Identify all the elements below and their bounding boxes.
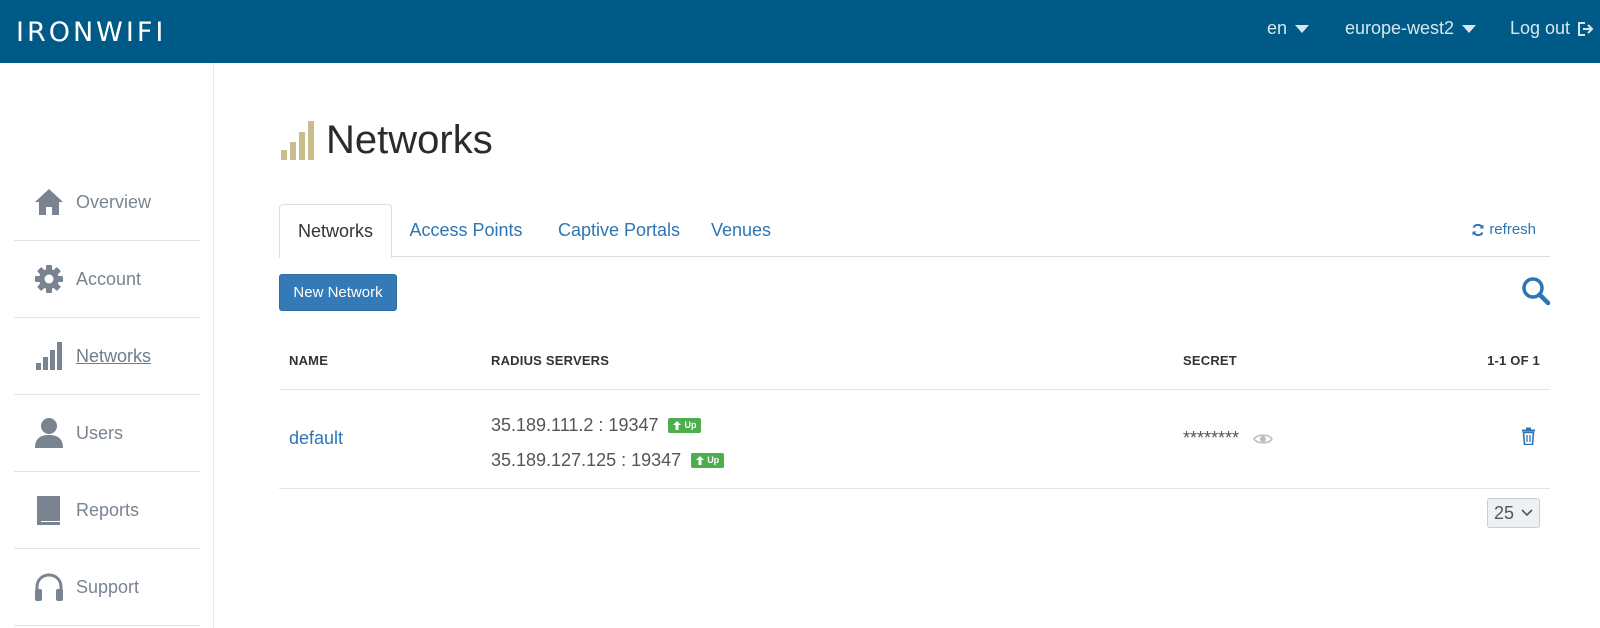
pagination-range: 1-1 OF 1 bbox=[1373, 332, 1550, 390]
logout-icon bbox=[1578, 21, 1594, 36]
secret-value: ******** bbox=[1183, 428, 1240, 448]
column-header-name[interactable]: NAME bbox=[279, 332, 481, 390]
region-label: europe-west2 bbox=[1345, 18, 1455, 38]
status-badge: Up bbox=[691, 452, 725, 468]
table-row: default 35.189.111.2 : 19347 Up 35.189.1… bbox=[279, 389, 1550, 489]
actions-cell bbox=[1373, 389, 1550, 489]
sidebar-item-label: Account bbox=[76, 268, 142, 289]
sidebar-item-label: Reports bbox=[76, 499, 140, 520]
tab-label: Networks bbox=[297, 220, 373, 241]
column-header-secret: SECRET bbox=[1173, 332, 1373, 390]
search-icon[interactable] bbox=[1521, 276, 1551, 306]
status-badge: Up bbox=[668, 417, 702, 433]
tab-venues[interactable]: Venues bbox=[706, 204, 776, 257]
gear-icon bbox=[32, 262, 66, 296]
table-header-row: NAME RADIUS SERVERS SECRET 1-1 OF 1 bbox=[279, 332, 1550, 390]
language-dropdown[interactable]: en bbox=[1267, 18, 1310, 39]
signal-bars-icon bbox=[32, 339, 66, 373]
network-name-link[interactable]: default bbox=[289, 428, 343, 448]
sidebar-item-label: Users bbox=[76, 422, 124, 443]
sidebar-item-label: Networks bbox=[76, 345, 152, 366]
chevron-down-icon bbox=[1295, 24, 1310, 33]
trash-icon[interactable] bbox=[1521, 427, 1536, 446]
tab-label: Access Points bbox=[409, 220, 523, 240]
sidebar-item-reports[interactable]: Reports bbox=[14, 472, 200, 549]
ironwifi-logo[interactable]: IRONWIFI bbox=[16, 17, 166, 48]
column-header-radius: RADIUS SERVERS bbox=[481, 332, 1173, 390]
networks-table: NAME RADIUS SERVERS SECRET 1-1 OF 1 defa… bbox=[279, 332, 1550, 489]
refresh-link[interactable]: refresh bbox=[1471, 221, 1536, 238]
tab-label: Venues bbox=[710, 220, 772, 240]
eye-icon[interactable] bbox=[1253, 432, 1273, 446]
tab-label: Captive Portals bbox=[557, 220, 681, 240]
top-navbar: IRONWIFI en europe-west2 Log out bbox=[0, 0, 1600, 63]
secret-cell: ******** bbox=[1173, 389, 1373, 489]
page-size-select[interactable]: 25 bbox=[1487, 498, 1540, 528]
new-network-button[interactable]: New Network bbox=[279, 274, 397, 311]
home-icon bbox=[32, 185, 66, 219]
sidebar-item-account[interactable]: Account bbox=[14, 241, 200, 318]
tab-networks[interactable]: Networks bbox=[279, 204, 392, 258]
radius-server: 35.189.111.2 : 19347 Up bbox=[491, 415, 1173, 436]
sidebar: Overview Account Networks Users Reports … bbox=[0, 63, 214, 628]
page-title: Networks bbox=[280, 120, 493, 160]
tab-captive-portals[interactable]: Captive Portals bbox=[553, 204, 685, 257]
page-title-text: Networks bbox=[326, 118, 493, 162]
sidebar-item-support[interactable]: Support bbox=[14, 549, 200, 626]
radius-server: 35.189.127.125 : 19347 Up bbox=[491, 450, 1173, 471]
page-size-value: 25 bbox=[1494, 502, 1515, 523]
tab-access-points[interactable]: Access Points bbox=[400, 204, 532, 257]
arrow-up-icon bbox=[696, 455, 705, 465]
tab-bar: Networks Access Points Captive Portals V… bbox=[279, 204, 1550, 258]
radius-address: 35.189.127.125 : 19347 bbox=[491, 449, 682, 470]
status-label: Up bbox=[707, 455, 720, 465]
sidebar-item-label: Support bbox=[76, 576, 140, 597]
user-icon bbox=[32, 416, 66, 450]
sidebar-item-users[interactable]: Users bbox=[14, 395, 200, 472]
status-label: Up bbox=[684, 420, 697, 430]
sidebar-item-label: Overview bbox=[76, 191, 152, 212]
sidebar-item-networks[interactable]: Networks bbox=[14, 318, 200, 395]
headphones-icon bbox=[32, 570, 66, 604]
arrow-up-icon bbox=[673, 420, 682, 430]
refresh-label: refresh bbox=[1489, 221, 1536, 238]
logout-link[interactable]: Log out bbox=[1510, 18, 1594, 39]
radius-servers-cell: 35.189.111.2 : 19347 Up 35.189.127.125 :… bbox=[481, 389, 1173, 489]
radius-address: 35.189.111.2 : 19347 bbox=[491, 414, 659, 435]
logout-label: Log out bbox=[1510, 18, 1571, 38]
book-icon bbox=[32, 493, 66, 527]
sidebar-item-overview[interactable]: Overview bbox=[14, 164, 200, 241]
chevron-down-icon bbox=[1521, 509, 1533, 517]
language-label: en bbox=[1267, 18, 1288, 38]
network-name-cell: default bbox=[279, 389, 481, 489]
refresh-icon bbox=[1472, 223, 1484, 236]
region-dropdown[interactable]: europe-west2 bbox=[1345, 18, 1477, 39]
signal-bars-icon bbox=[281, 121, 314, 160]
chevron-down-icon bbox=[1462, 24, 1477, 33]
